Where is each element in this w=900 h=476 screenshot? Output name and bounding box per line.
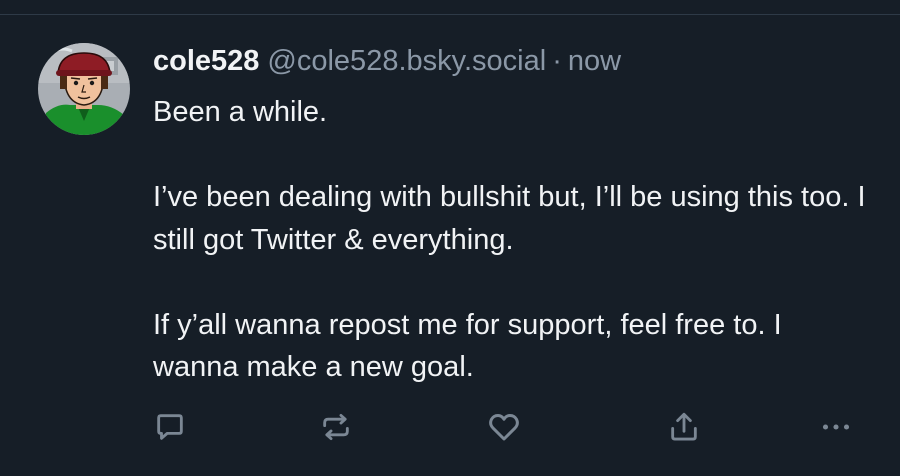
avatar-illustration <box>38 43 130 135</box>
author-display-name[interactable]: cole528 <box>153 45 259 77</box>
reply-button[interactable] <box>148 405 192 449</box>
speech-bubble-icon <box>157 414 183 440</box>
repost-arrows-icon <box>323 413 349 441</box>
heart-icon <box>489 413 519 441</box>
paragraph-spacer <box>153 261 873 304</box>
author-avatar[interactable] <box>38 43 130 135</box>
header-separator: · <box>552 45 562 77</box>
ellipsis-icon <box>822 424 850 430</box>
post-paragraph: Been a while. <box>153 96 328 128</box>
post-paragraph: I’ve been dealing with bullshit but, I’l… <box>153 181 874 256</box>
post-paragraph: If y’all wanna repost me for support, fe… <box>153 308 790 384</box>
author-handle[interactable]: @cole528.bsky.social <box>267 45 546 77</box>
post-actions-bar <box>0 405 900 455</box>
post-header: cole528 @cole528.bsky.social · now <box>153 40 621 82</box>
post-view: cole528 @cole528.bsky.social · now Been a w… <box>0 0 900 476</box>
top-divider <box>0 14 900 15</box>
more-options-button[interactable] <box>814 405 858 449</box>
share-button[interactable] <box>662 405 706 449</box>
like-button[interactable] <box>482 405 526 449</box>
share-upload-icon <box>671 412 697 441</box>
repost-button[interactable] <box>314 405 358 449</box>
post-body: Been a while. I’ve been dealing with bul… <box>153 91 873 389</box>
paragraph-spacer <box>153 134 873 177</box>
post-timestamp[interactable]: now <box>568 45 621 77</box>
